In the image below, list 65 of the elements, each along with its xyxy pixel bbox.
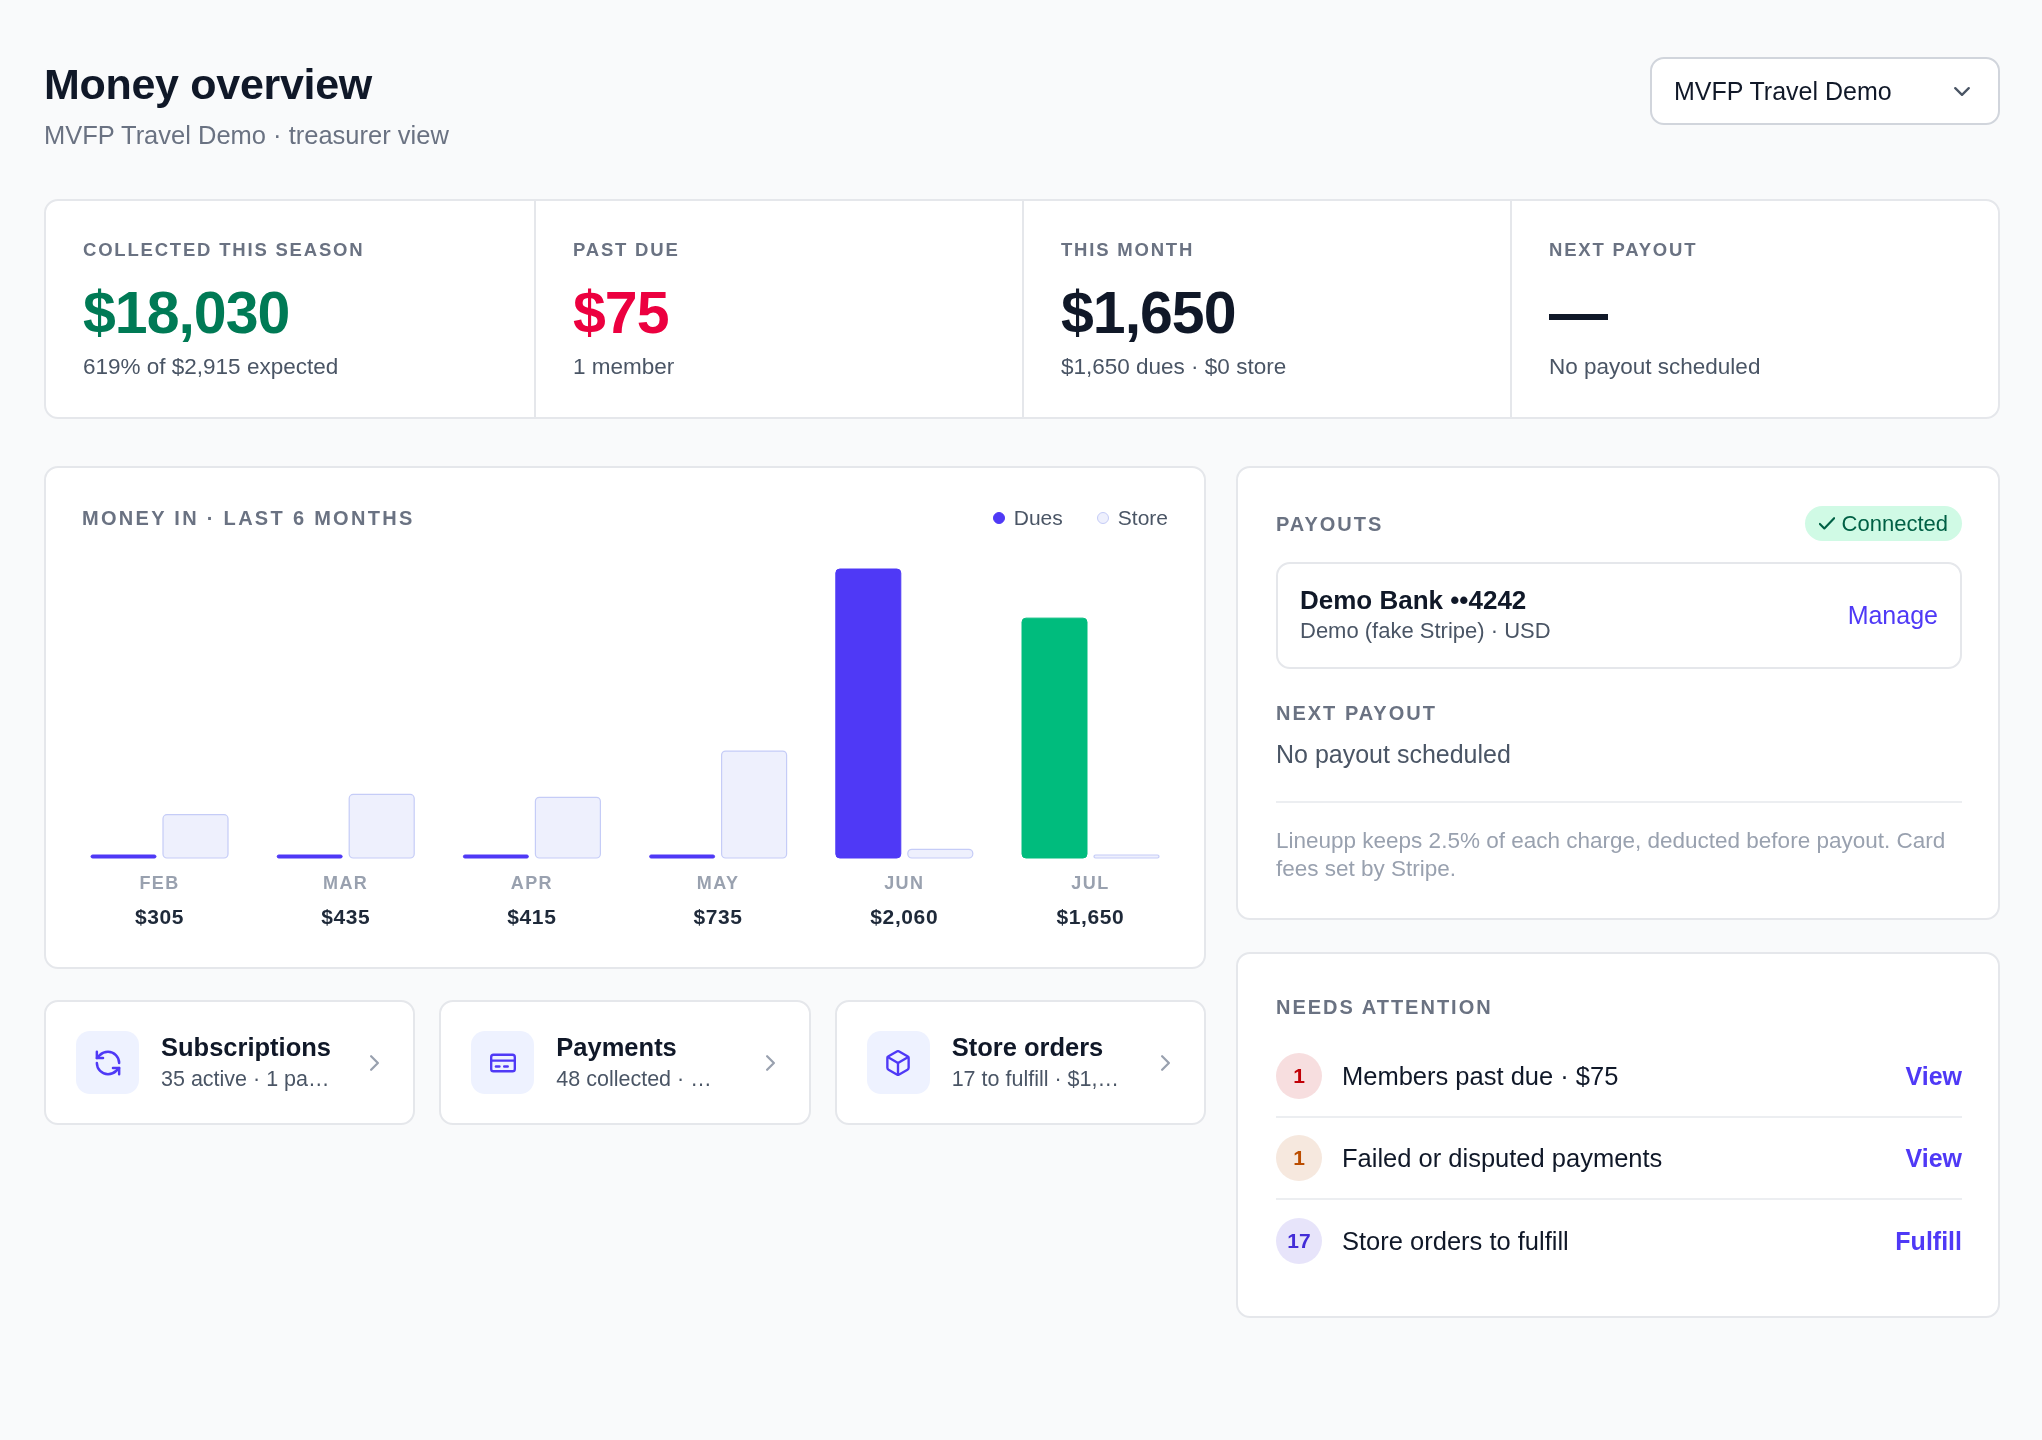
stat-detail: $1,650 dues · $0 store <box>1061 353 1288 381</box>
cube-icon <box>866 1031 930 1094</box>
attention-text: Store orders to fulfill <box>1342 1226 1570 1256</box>
axis-label: MAY <box>696 872 740 894</box>
chevron-right-icon <box>765 1054 775 1071</box>
shortcut-card[interactable]: Payments 48 collected · … <box>439 1000 811 1125</box>
data-label: $415 <box>507 904 557 930</box>
page-title: Money overview <box>44 60 373 108</box>
axis-label: MAR <box>323 872 369 894</box>
count-badge: 1 <box>1276 1053 1322 1099</box>
shortcut-detail: 17 to fulfill · $1,… <box>951 1066 1120 1093</box>
action-link[interactable]: View <box>1905 1061 1962 1091</box>
stat-detail: 619% of $2,915 expected <box>83 353 340 381</box>
stat-label: THIS MONTH <box>1061 239 1196 261</box>
shortcut-card[interactable]: Store orders 17 to fulfill · $1,… <box>834 1000 1206 1125</box>
attention-text: Members past due · $75 <box>1342 1061 1620 1091</box>
organization-select[interactable]: MVFP Travel Demo <box>1650 57 2000 125</box>
data-label: $735 <box>693 904 743 930</box>
shortcut-title: Store orders <box>951 1032 1105 1062</box>
axis-label: FEB <box>139 872 180 894</box>
chevron-down-icon <box>1954 86 1970 96</box>
data-label: $305 <box>134 904 185 930</box>
shortcut-detail: 48 collected · … <box>556 1066 713 1093</box>
status-label: Connected <box>1841 510 1948 537</box>
shortcut-detail: 35 active · 1 pa… <box>161 1066 331 1093</box>
count-badge: 1 <box>1276 1135 1322 1181</box>
axis-label: JUL <box>1071 872 1110 894</box>
chevron-right-icon <box>370 1054 380 1071</box>
action-link[interactable]: View <box>1905 1143 1962 1173</box>
chevron-right-icon <box>1161 1054 1170 1071</box>
stat-label: COLLECTED THIS SEASON <box>83 239 366 261</box>
data-label: $1,650 <box>1056 904 1125 930</box>
stat-detail: No payout scheduled <box>1549 353 1762 381</box>
section-label: NEXT PAYOUT <box>1276 702 1438 724</box>
action-link[interactable]: Fulfill <box>1895 1226 1962 1256</box>
page-subtitle: MVFP Travel Demo · treasurer view <box>44 120 449 150</box>
account-detail: Demo (fake Stripe) · USD <box>1300 617 1551 645</box>
next-payout-value: No payout scheduled <box>1276 739 1512 770</box>
attention-text: Failed or disputed payments <box>1342 1143 1664 1173</box>
axis-label: JUN <box>884 872 925 894</box>
manage-link[interactable]: Manage <box>1847 600 1938 630</box>
stat-value: $1,650 <box>1061 281 1237 345</box>
legend-label: Dues <box>1013 506 1063 530</box>
data-label: $2,060 <box>870 904 939 930</box>
stat-value: $75 <box>573 281 670 345</box>
stat-label: PAST DUE <box>573 239 681 261</box>
stat-value: $18,030 <box>83 281 291 345</box>
circular-arrows-icon <box>76 1031 139 1094</box>
axis-label: APR <box>510 872 553 894</box>
legend-label: Store <box>1117 506 1168 530</box>
card-title: MONEY IN · LAST 6 MONTHS <box>82 506 415 530</box>
count-badge: 17 <box>1276 1218 1322 1264</box>
credit-card-icon <box>471 1031 535 1094</box>
shortcut-card[interactable]: Subscriptions 35 active · 1 pa… <box>44 1000 416 1125</box>
fee-note: Lineupp keeps 2.5% of each charge, deducted before payout. Card fees set by Stripe. <box>1276 827 1947 883</box>
data-label: $435 <box>321 904 371 930</box>
shortcut-title: Payments <box>556 1032 678 1062</box>
check-icon <box>1818 517 1835 530</box>
stat-label: NEXT PAYOUT <box>1549 239 1699 261</box>
card-title: NEEDS ATTENTION <box>1276 996 1494 1018</box>
stat-detail: 1 member <box>573 353 676 381</box>
stat-value: — <box>1549 281 1609 345</box>
shortcut-title: Subscriptions <box>161 1032 333 1062</box>
account-name: Demo Bank ••4242 <box>1300 585 1528 615</box>
card-title: PAYOUTS <box>1276 511 1384 536</box>
